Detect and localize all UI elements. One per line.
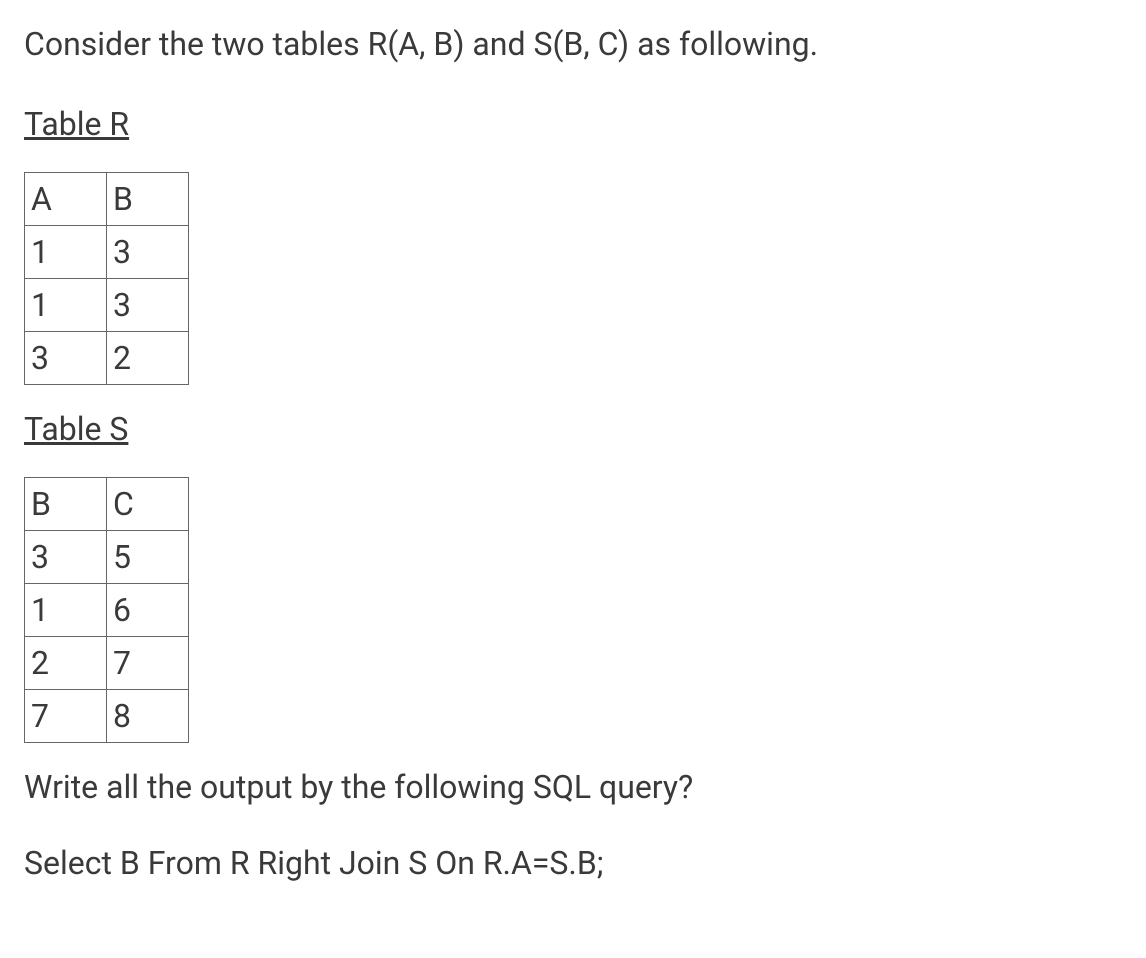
table-s-heading: Table S	[24, 405, 1122, 453]
table-cell: 3	[25, 332, 107, 385]
table-r-heading: Table R	[24, 100, 1122, 148]
table-row: 3 5	[25, 531, 189, 584]
table-cell: 3	[107, 279, 189, 332]
table-row: 2 7	[25, 637, 189, 690]
table-row: 1 3	[25, 226, 189, 279]
intro-text: Consider the two tables R(A, B) and S(B,…	[24, 20, 1122, 68]
table-header: A	[25, 173, 107, 226]
table-cell: 2	[25, 637, 107, 690]
table-row: 7 8	[25, 690, 189, 743]
table-row: 1 3	[25, 279, 189, 332]
table-cell: 1	[25, 226, 107, 279]
table-cell: 7	[107, 637, 189, 690]
table-cell: 1	[25, 584, 107, 637]
table-row: 1 6	[25, 584, 189, 637]
table-header: B	[25, 478, 107, 531]
table-cell: 3	[107, 226, 189, 279]
table-cell: 2	[107, 332, 189, 385]
table-row: 3 2	[25, 332, 189, 385]
table-header: B	[107, 173, 189, 226]
table-row: B C	[25, 478, 189, 531]
question-text: Write all the output by the following SQ…	[24, 763, 1122, 811]
table-cell: 7	[25, 690, 107, 743]
table-cell: 8	[107, 690, 189, 743]
table-row: A B	[25, 173, 189, 226]
table-s: B C 3 5 1 6 2 7 7 8	[24, 477, 189, 743]
table-r: A B 1 3 1 3 3 2	[24, 172, 189, 385]
sql-query: Select B From R Right Join S On R.A=S.B;	[24, 839, 1122, 887]
table-cell: 1	[25, 279, 107, 332]
table-cell: 3	[25, 531, 107, 584]
table-cell: 6	[107, 584, 189, 637]
table-cell: 5	[107, 531, 189, 584]
table-header: C	[107, 478, 189, 531]
